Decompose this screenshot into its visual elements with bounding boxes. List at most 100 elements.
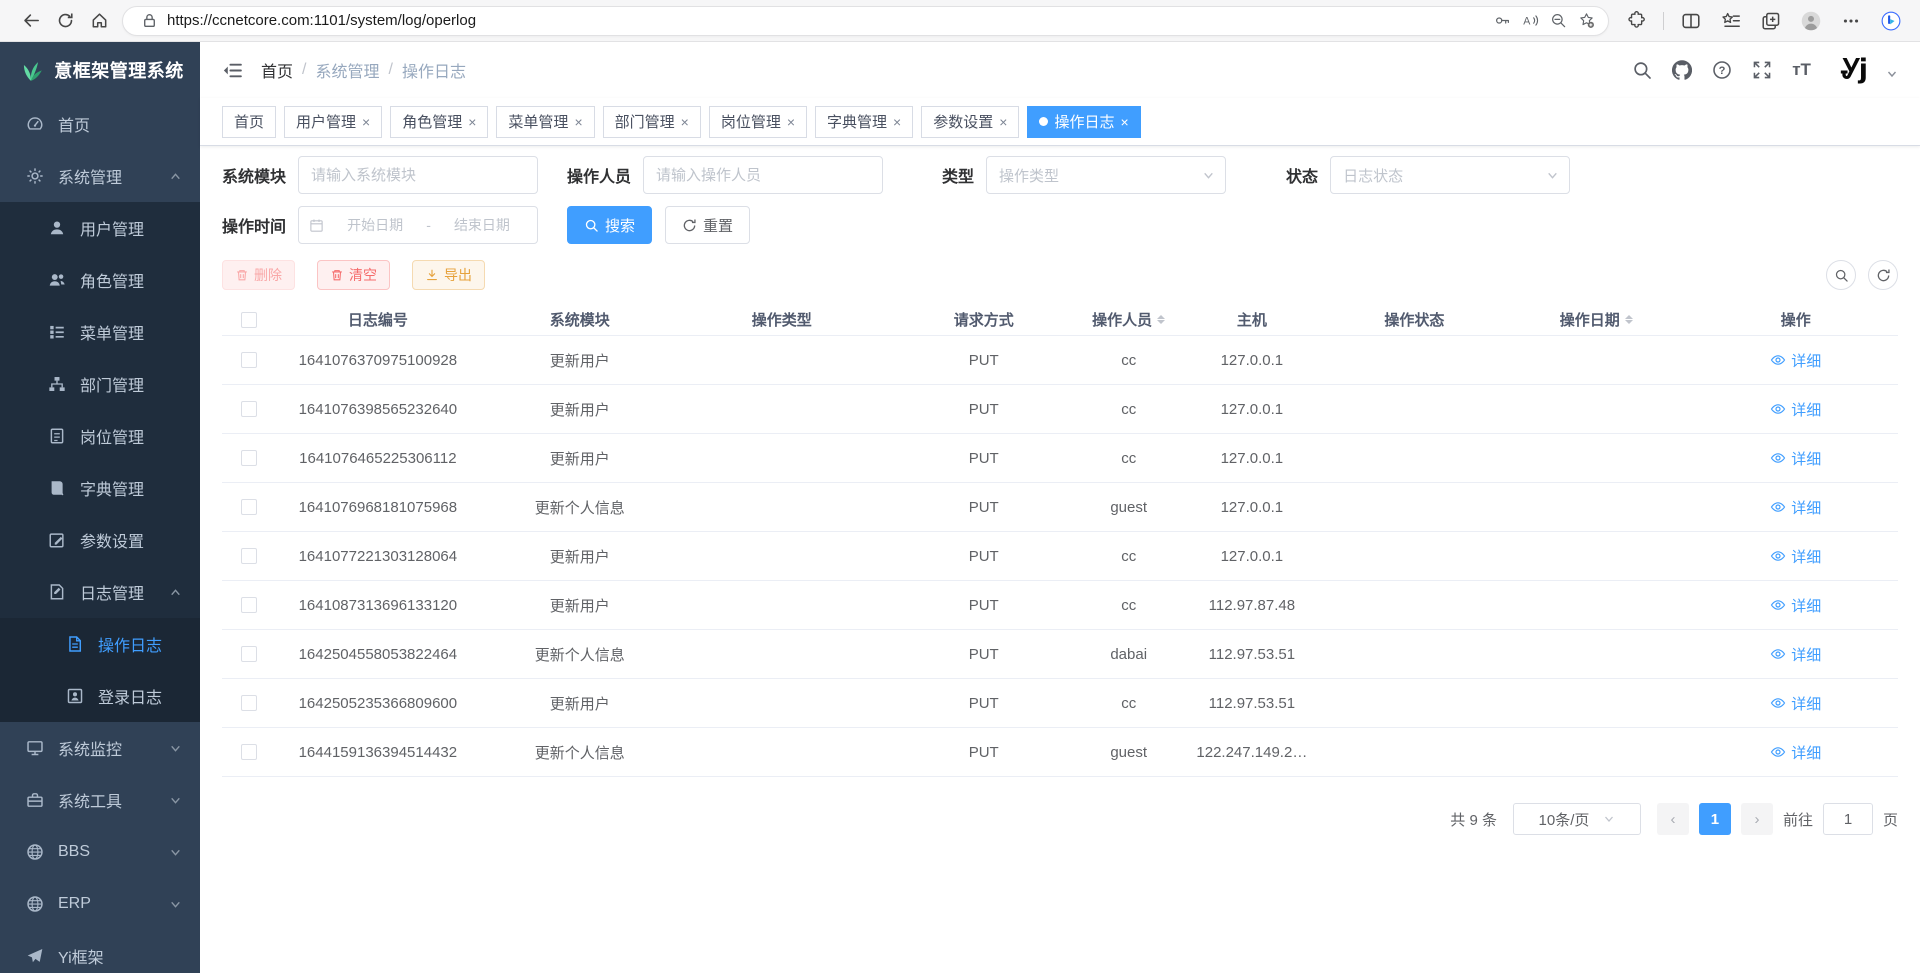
row-checkbox[interactable]: [241, 597, 257, 613]
col-date-sortable[interactable]: 操作日期: [1499, 309, 1693, 330]
clear-button[interactable]: 清空: [317, 260, 390, 290]
tab-home[interactable]: 首页: [222, 106, 276, 138]
sidebar-item-login-log[interactable]: 登录日志: [0, 670, 200, 722]
col-operator-sortable[interactable]: 操作人员: [1083, 309, 1174, 330]
close-tab-icon[interactable]: ×: [681, 114, 689, 130]
sidebar-item-yi-framework[interactable]: Yi框架: [0, 930, 200, 973]
sidebar-item-home[interactable]: 首页: [0, 98, 200, 150]
sidebar-item-system-monitor[interactable]: 系统监控: [0, 722, 200, 774]
current-page[interactable]: 1: [1699, 803, 1731, 835]
row-checkbox[interactable]: [241, 450, 257, 466]
breadcrumb-home[interactable]: 首页: [261, 58, 293, 82]
extensions-icon[interactable]: [1619, 6, 1653, 36]
row-checkbox[interactable]: [241, 695, 257, 711]
reset-button[interactable]: 重置: [665, 206, 750, 244]
github-icon[interactable]: [1672, 60, 1692, 80]
chevron-down-icon[interactable]: [1886, 68, 1898, 80]
detail-link[interactable]: 详细: [1770, 448, 1821, 469]
user-avatar[interactable]: Ꮍj: [1841, 54, 1866, 86]
more-icon[interactable]: [1834, 6, 1868, 36]
favorite-add-icon[interactable]: [1572, 9, 1600, 33]
page-size-select[interactable]: 10条/页: [1513, 803, 1641, 835]
tab-oper-log-active[interactable]: 操作日志×: [1027, 106, 1140, 138]
fold-menu-icon[interactable]: [222, 60, 243, 81]
tab-menu-mgmt[interactable]: 菜单管理×: [496, 106, 594, 138]
status-select[interactable]: 日志状态: [1330, 156, 1570, 194]
detail-link[interactable]: 详细: [1770, 644, 1821, 665]
sort-icon[interactable]: [1157, 315, 1165, 324]
sidebar-item-user-mgmt[interactable]: 用户管理: [0, 202, 200, 254]
search-toggle-button[interactable]: [1826, 260, 1856, 290]
profile-avatar-icon[interactable]: [1794, 6, 1828, 36]
row-checkbox[interactable]: [241, 352, 257, 368]
sort-icon[interactable]: [1625, 315, 1633, 324]
row-checkbox[interactable]: [241, 548, 257, 564]
sidebar-item-dict-mgmt[interactable]: 字典管理: [0, 462, 200, 514]
sidebar-item-role-mgmt[interactable]: 角色管理: [0, 254, 200, 306]
detail-link[interactable]: 详细: [1770, 497, 1821, 518]
detail-link[interactable]: 详细: [1770, 595, 1821, 616]
row-checkbox[interactable]: [241, 401, 257, 417]
tab-dict-mgmt[interactable]: 字典管理×: [815, 106, 913, 138]
sidebar-item-bbs[interactable]: BBS: [0, 826, 200, 878]
tab-dept-mgmt[interactable]: 部门管理×: [603, 106, 701, 138]
split-screen-icon[interactable]: [1674, 6, 1708, 36]
close-tab-icon[interactable]: ×: [999, 114, 1007, 130]
type-select[interactable]: 操作类型: [986, 156, 1226, 194]
url-text[interactable]: https://ccnetcore.com:1101/system/log/op…: [167, 12, 1488, 29]
favorites-bar-icon[interactable]: [1714, 6, 1748, 36]
search-button[interactable]: 搜索: [567, 206, 652, 244]
detail-link[interactable]: 详细: [1770, 399, 1821, 420]
collections-icon[interactable]: [1754, 6, 1788, 36]
close-tab-icon[interactable]: ×: [362, 114, 370, 130]
zoom-out-icon[interactable]: [1544, 9, 1572, 33]
close-tab-icon[interactable]: ×: [1120, 114, 1128, 130]
help-icon[interactable]: ?: [1712, 60, 1732, 80]
date-range-picker[interactable]: 开始日期 - 结束日期: [298, 206, 538, 244]
row-checkbox[interactable]: [241, 744, 257, 760]
goto-page-input[interactable]: [1823, 803, 1873, 835]
detail-link[interactable]: 详细: [1770, 546, 1821, 567]
row-checkbox[interactable]: [241, 499, 257, 515]
fullscreen-icon[interactable]: [1752, 60, 1772, 80]
row-checkbox[interactable]: [241, 646, 257, 662]
sidebar-item-post-mgmt[interactable]: 岗位管理: [0, 410, 200, 462]
sidebar-item-log-mgmt[interactable]: 日志管理: [0, 566, 200, 618]
sidebar-item-system-tools[interactable]: 系统工具: [0, 774, 200, 826]
text-size-icon[interactable]: ᴛT: [1792, 60, 1811, 80]
detail-link[interactable]: 详细: [1770, 693, 1821, 714]
back-icon[interactable]: [14, 6, 48, 36]
home-icon[interactable]: [82, 6, 116, 36]
delete-button[interactable]: 删除: [222, 260, 295, 290]
select-all-checkbox[interactable]: [241, 312, 257, 328]
tab-post-mgmt[interactable]: 岗位管理×: [709, 106, 807, 138]
close-tab-icon[interactable]: ×: [893, 114, 901, 130]
next-page-button[interactable]: ›: [1741, 803, 1773, 835]
tab-param-settings[interactable]: 参数设置×: [921, 106, 1019, 138]
read-aloud-icon[interactable]: A: [1516, 9, 1544, 33]
sidebar-item-menu-mgmt[interactable]: 菜单管理: [0, 306, 200, 358]
close-tab-icon[interactable]: ×: [787, 114, 795, 130]
app-logo[interactable]: 意框架管理系统: [0, 42, 200, 98]
sidebar-item-dept-mgmt[interactable]: 部门管理: [0, 358, 200, 410]
detail-link[interactable]: 详细: [1770, 742, 1821, 763]
prev-page-button[interactable]: ‹: [1657, 803, 1689, 835]
sidebar-item-oper-log[interactable]: 操作日志: [0, 618, 200, 670]
sidebar-item-erp[interactable]: ERP: [0, 878, 200, 930]
reload-icon[interactable]: [48, 6, 82, 36]
detail-link[interactable]: 详细: [1770, 350, 1821, 371]
bing-icon[interactable]: [1874, 6, 1908, 36]
address-bar[interactable]: https://ccnetcore.com:1101/system/log/op…: [122, 6, 1609, 36]
sidebar-item-system-mgmt[interactable]: 系统管理: [0, 150, 200, 202]
module-input[interactable]: [298, 156, 538, 194]
sidebar-item-param-settings[interactable]: 参数设置: [0, 514, 200, 566]
export-button[interactable]: 导出: [412, 260, 485, 290]
tab-role-mgmt[interactable]: 角色管理×: [390, 106, 488, 138]
tab-user-mgmt[interactable]: 用户管理×: [284, 106, 382, 138]
refresh-table-button[interactable]: [1868, 260, 1898, 290]
operator-input[interactable]: [643, 156, 883, 194]
search-icon[interactable]: [1632, 60, 1652, 80]
password-key-icon[interactable]: [1488, 9, 1516, 33]
close-tab-icon[interactable]: ×: [574, 114, 582, 130]
close-tab-icon[interactable]: ×: [468, 114, 476, 130]
